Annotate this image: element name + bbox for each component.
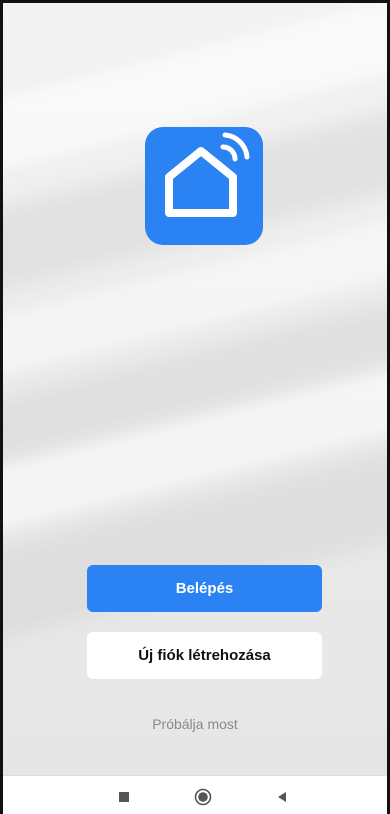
app-logo bbox=[145, 127, 263, 245]
circle-home-icon bbox=[194, 788, 212, 806]
phone-frame: Belépés Új fiók létrehozása Próbálja mos… bbox=[0, 0, 390, 814]
home-button[interactable] bbox=[191, 786, 215, 808]
smart-home-wifi-icon bbox=[165, 132, 250, 217]
welcome-screen: Belépés Új fiók létrehozása Próbálja mos… bbox=[3, 3, 387, 775]
create-account-button[interactable]: Új fiók létrehozása bbox=[87, 632, 322, 679]
login-button[interactable]: Belépés bbox=[87, 565, 322, 612]
try-now-link[interactable]: Próbálja most bbox=[3, 716, 387, 732]
recent-apps-button[interactable] bbox=[112, 786, 136, 808]
system-navigation-bar bbox=[3, 775, 387, 814]
square-recent-apps-icon bbox=[119, 792, 129, 802]
triangle-back-icon bbox=[278, 792, 286, 802]
back-button[interactable] bbox=[270, 786, 294, 808]
